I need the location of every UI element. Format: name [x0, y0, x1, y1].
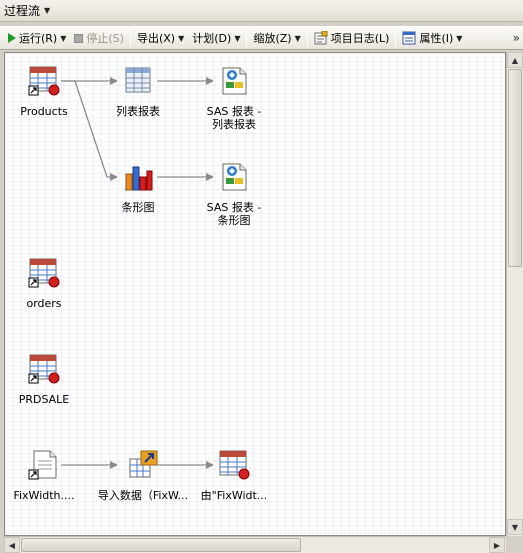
node-label: FixWidth....	[13, 489, 75, 502]
toolbar-separator	[306, 29, 308, 47]
text-file-icon	[28, 449, 60, 481]
stop-icon	[74, 33, 84, 43]
scroll-down-icon[interactable]: ▼	[507, 519, 523, 535]
data-table-icon	[28, 65, 60, 97]
node-label: SAS 报表 - 条形图	[189, 201, 279, 227]
export-button[interactable]: 导出(X) ▼	[133, 28, 188, 48]
node-label: Products	[20, 105, 68, 118]
node-from-fixwidth[interactable]: 由"FixWidt...	[189, 449, 279, 502]
node-sas-bar-report[interactable]: SAS 报表 - 条形图	[189, 161, 279, 227]
data-table-icon	[28, 353, 60, 385]
node-label: 条形图	[121, 201, 155, 214]
process-flow-titlebar[interactable]: 过程流 ▼	[0, 0, 523, 22]
horizontal-scroll-thumb[interactable]	[21, 538, 301, 552]
node-list-report[interactable]: 列表报表	[93, 65, 183, 118]
chevron-down-icon[interactable]: ▼	[456, 34, 462, 43]
export-button-label: 导出(X)	[136, 32, 176, 45]
node-products[interactable]: Products	[5, 65, 89, 118]
node-label: 导入数据（FixW...	[97, 489, 189, 502]
zoom-button-label: 缩放(Z)	[253, 32, 292, 45]
toolbar-separator	[129, 29, 131, 47]
properties-icon	[402, 31, 416, 45]
chevron-down-icon[interactable]: ▼	[44, 6, 50, 15]
node-label-line: SAS 报表 -	[206, 201, 262, 214]
process-flow-toolbar: 运行(R) ▼ 停止(S) 导出(X) ▼ 计划(D) ▼ 缩放(Z) ▼ 项目…	[0, 26, 523, 50]
vertical-scrollbar[interactable]: ▲ ▼	[506, 52, 523, 536]
project-log-button-label: 项目日志(L)	[330, 32, 390, 45]
play-icon	[8, 33, 16, 43]
data-table-icon	[218, 449, 250, 481]
chevron-down-icon[interactable]: ▼	[295, 34, 301, 43]
node-orders[interactable]: orders	[5, 257, 89, 310]
node-sas-list-report[interactable]: SAS 报表 - 列表报表	[189, 65, 279, 131]
schedule-button-label: 计划(D)	[192, 32, 232, 45]
properties-button-label: 属性(I)	[419, 32, 454, 45]
schedule-button[interactable]: 计划(D) ▼	[188, 28, 244, 48]
scroll-right-icon[interactable]: ▶	[489, 537, 505, 553]
project-log-button[interactable]: 项目日志(L)	[310, 28, 394, 48]
node-label-line: 条形图	[217, 214, 251, 227]
scroll-left-icon[interactable]: ◀	[4, 537, 20, 553]
node-label-line: 列表报表	[212, 118, 256, 131]
run-button-label: 运行(R)	[19, 32, 58, 45]
data-table-icon	[28, 257, 60, 289]
scroll-up-icon[interactable]: ▲	[507, 52, 523, 68]
node-label: PRDSALE	[18, 393, 70, 406]
stop-button-label: 停止(S)	[86, 32, 124, 45]
stop-button[interactable]: 停止(S)	[70, 28, 128, 48]
node-fixwidth[interactable]: FixWidth....	[5, 449, 89, 502]
toolbar-overflow-icon[interactable]: »	[513, 31, 523, 45]
window-title: 过程流	[4, 4, 41, 18]
zoom-button[interactable]: 缩放(Z) ▼	[249, 28, 304, 48]
chevron-down-icon[interactable]: ▼	[60, 34, 66, 43]
node-bar-chart[interactable]: 条形图	[93, 161, 183, 214]
sas-report-icon	[218, 161, 250, 193]
run-button[interactable]: 运行(R) ▼	[4, 28, 70, 48]
properties-button[interactable]: 属性(I) ▼	[398, 28, 466, 48]
node-label: SAS 报表 - 列表报表	[189, 105, 279, 131]
chevron-down-icon[interactable]: ▼	[234, 34, 240, 43]
toolbar-separator	[395, 29, 397, 47]
project-log-icon	[314, 31, 328, 45]
sas-report-icon	[218, 65, 250, 97]
process-flow-canvas[interactable]: Products 列表报表 SAS 报表 - 列表报表 条形图 SAS 报表 -…	[4, 52, 506, 536]
import-data-icon	[127, 449, 159, 481]
bar-chart-icon	[122, 161, 154, 193]
node-label: 由"FixWidt...	[200, 489, 268, 502]
chevron-down-icon[interactable]: ▼	[178, 34, 184, 43]
horizontal-scrollbar[interactable]: ◀ ▶	[4, 536, 506, 553]
vertical-scroll-thumb[interactable]	[508, 69, 522, 267]
node-prdsale[interactable]: PRDSALE	[5, 353, 89, 406]
node-label: orders	[26, 297, 62, 310]
node-label: 列表报表	[116, 105, 160, 118]
toolbar-separator	[246, 29, 248, 47]
list-table-icon	[122, 65, 154, 97]
scrollbar-corner	[506, 536, 523, 553]
node-label-line: SAS 报表 -	[206, 105, 262, 118]
node-import-data[interactable]: 导入数据（FixW...	[93, 449, 193, 502]
